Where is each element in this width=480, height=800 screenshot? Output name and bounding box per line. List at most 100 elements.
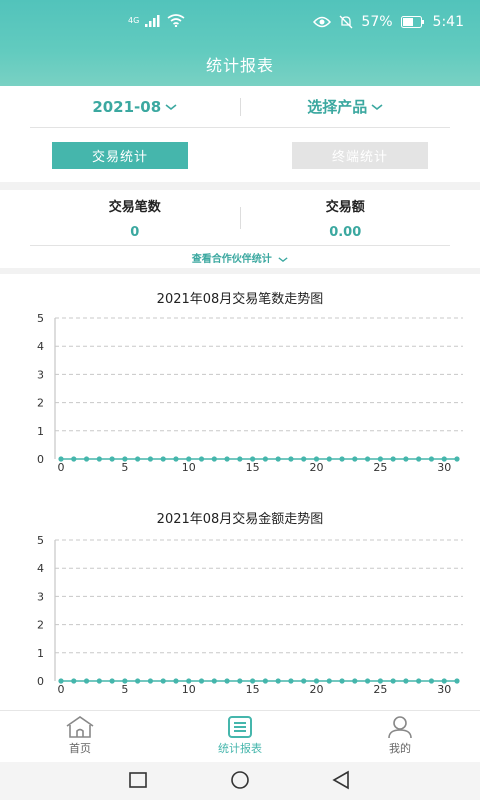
- data-point: [403, 678, 409, 684]
- data-point: [160, 456, 166, 462]
- data-point: [326, 678, 332, 684]
- eye-icon: [313, 16, 332, 28]
- data-point: [198, 678, 205, 684]
- x-tick-label: 5: [121, 461, 128, 474]
- data-point: [211, 456, 217, 462]
- data-point: [237, 456, 243, 462]
- data-point: [109, 456, 115, 462]
- count-label: 交易笔数: [108, 199, 161, 215]
- transaction-amount: 交易额 0.00: [241, 196, 451, 240]
- nav-report[interactable]: 统计报表: [180, 715, 300, 756]
- data-point: [186, 678, 192, 684]
- data-point: [135, 456, 141, 462]
- tab-transaction-stats[interactable]: 交易统计: [52, 142, 188, 169]
- x-tick-label: 15: [246, 461, 260, 474]
- data-point: [147, 456, 154, 462]
- signal-group: 4G: [128, 14, 185, 27]
- data-point: [339, 456, 345, 462]
- transaction-count-chart: 2021年08月交易笔数走势图 0 1 2 3 4 5 0 5 10 15 20 25 30: [0, 274, 480, 484]
- nav-home-label: 首页: [69, 742, 91, 755]
- data-point: [339, 678, 345, 684]
- data-point: [224, 678, 230, 684]
- stat-tabs: 交易统计 终端统计: [52, 142, 432, 170]
- data-point: [262, 456, 268, 462]
- chart-svg: 0 1 2 3 4 5 0 5 10 15 20 25 30: [37, 534, 463, 696]
- y-tick-label: 1: [37, 425, 44, 438]
- data-point: [96, 456, 102, 462]
- data-point: [403, 456, 409, 462]
- nav-report-label: 统计报表: [218, 742, 262, 755]
- data-point: [352, 678, 358, 684]
- data-point: [428, 678, 435, 684]
- clock: 5:41: [432, 14, 464, 30]
- tab-terminal-stats[interactable]: 终端统计: [292, 142, 428, 169]
- network-type: 4G: [128, 16, 140, 25]
- x-tick-label: 10: [182, 683, 196, 696]
- y-tick-label: 1: [37, 647, 44, 660]
- data-point: [160, 678, 166, 684]
- status-bar: 4G 57% 5:41: [0, 14, 480, 38]
- data-point: [83, 456, 90, 462]
- x-tick-label: 20: [309, 683, 323, 696]
- data-point: [416, 456, 422, 462]
- month-selector[interactable]: 2021-08: [30, 98, 240, 116]
- battery-percent: 57%: [361, 14, 393, 30]
- data-point: [390, 678, 396, 684]
- data-point: [250, 456, 256, 462]
- data-point: [377, 456, 383, 462]
- partner-link-label: 查看合作伙伴统计: [191, 254, 272, 265]
- transaction-amount-chart: 2021年08月交易金额走势图 0 1 2 3 4 5 0 5 10 15 20 25 30: [0, 496, 480, 706]
- data-point: [71, 456, 77, 462]
- data-point: [352, 456, 358, 462]
- data-point: [454, 678, 460, 684]
- y-tick-label: 5: [37, 534, 44, 547]
- amount-label: 交易额: [325, 199, 365, 215]
- x-tick-label: 30: [437, 683, 451, 696]
- nav-mine[interactable]: 我的: [340, 715, 460, 756]
- partner-stats-link[interactable]: 查看合作伙伴统计: [0, 250, 480, 265]
- recent-apps-icon[interactable]: [128, 770, 148, 790]
- back-icon[interactable]: [331, 770, 351, 790]
- data-point: [313, 678, 320, 684]
- app-root: 4G 57% 5:41 统计报表 2021-08 选择产品 交易统计 终端统计 …: [0, 0, 480, 800]
- x-tick-label: 25: [373, 683, 387, 696]
- data-point: [275, 456, 281, 462]
- filter-panel: 2021-08 选择产品 交易统计 终端统计: [0, 86, 480, 182]
- data-point: [288, 456, 294, 462]
- y-tick-label: 4: [37, 340, 44, 353]
- x-tick-label: 30: [437, 461, 451, 474]
- transaction-count: 交易笔数 0: [30, 196, 240, 240]
- data-point: [173, 456, 179, 462]
- x-tick-label: 5: [121, 683, 128, 696]
- data-point: [441, 678, 447, 684]
- data-point: [377, 678, 383, 684]
- data-point: [58, 678, 64, 684]
- data-point: [109, 678, 115, 684]
- data-point: [390, 456, 396, 462]
- chevron-down-icon: [165, 103, 177, 110]
- data-point: [147, 678, 154, 684]
- summary-row: 交易笔数 0 交易额 0.00: [30, 190, 450, 246]
- charts-area: 2021年08月交易笔数走势图 0 1 2 3 4 5 0 5 10 15 20 25 30 2021年…: [0, 274, 480, 710]
- nav-mine-label: 我的: [389, 742, 411, 755]
- user-icon: [388, 716, 412, 739]
- data-point: [173, 678, 179, 684]
- chart-svg: 0 1 2 3 4 5 0 5 10 15 20 25 30: [37, 312, 463, 474]
- data-point: [58, 456, 64, 462]
- y-tick-label: 4: [37, 562, 44, 575]
- home-circle-icon[interactable]: [229, 770, 251, 790]
- data-point: [122, 678, 128, 684]
- chevron-down-icon: [278, 256, 288, 262]
- x-tick-label: 0: [58, 683, 65, 696]
- chevron-down-icon: [371, 103, 383, 110]
- product-selector[interactable]: 选择产品: [241, 96, 451, 117]
- x-tick-label: 25: [373, 461, 387, 474]
- nav-home[interactable]: 首页: [20, 715, 140, 756]
- data-point: [71, 678, 77, 684]
- data-point: [313, 456, 320, 462]
- data-point: [441, 456, 447, 462]
- x-tick-label: 10: [182, 461, 196, 474]
- product-value: 选择产品: [307, 98, 368, 116]
- data-point: [237, 678, 243, 684]
- header: 4G 57% 5:41 统计报表: [0, 0, 480, 86]
